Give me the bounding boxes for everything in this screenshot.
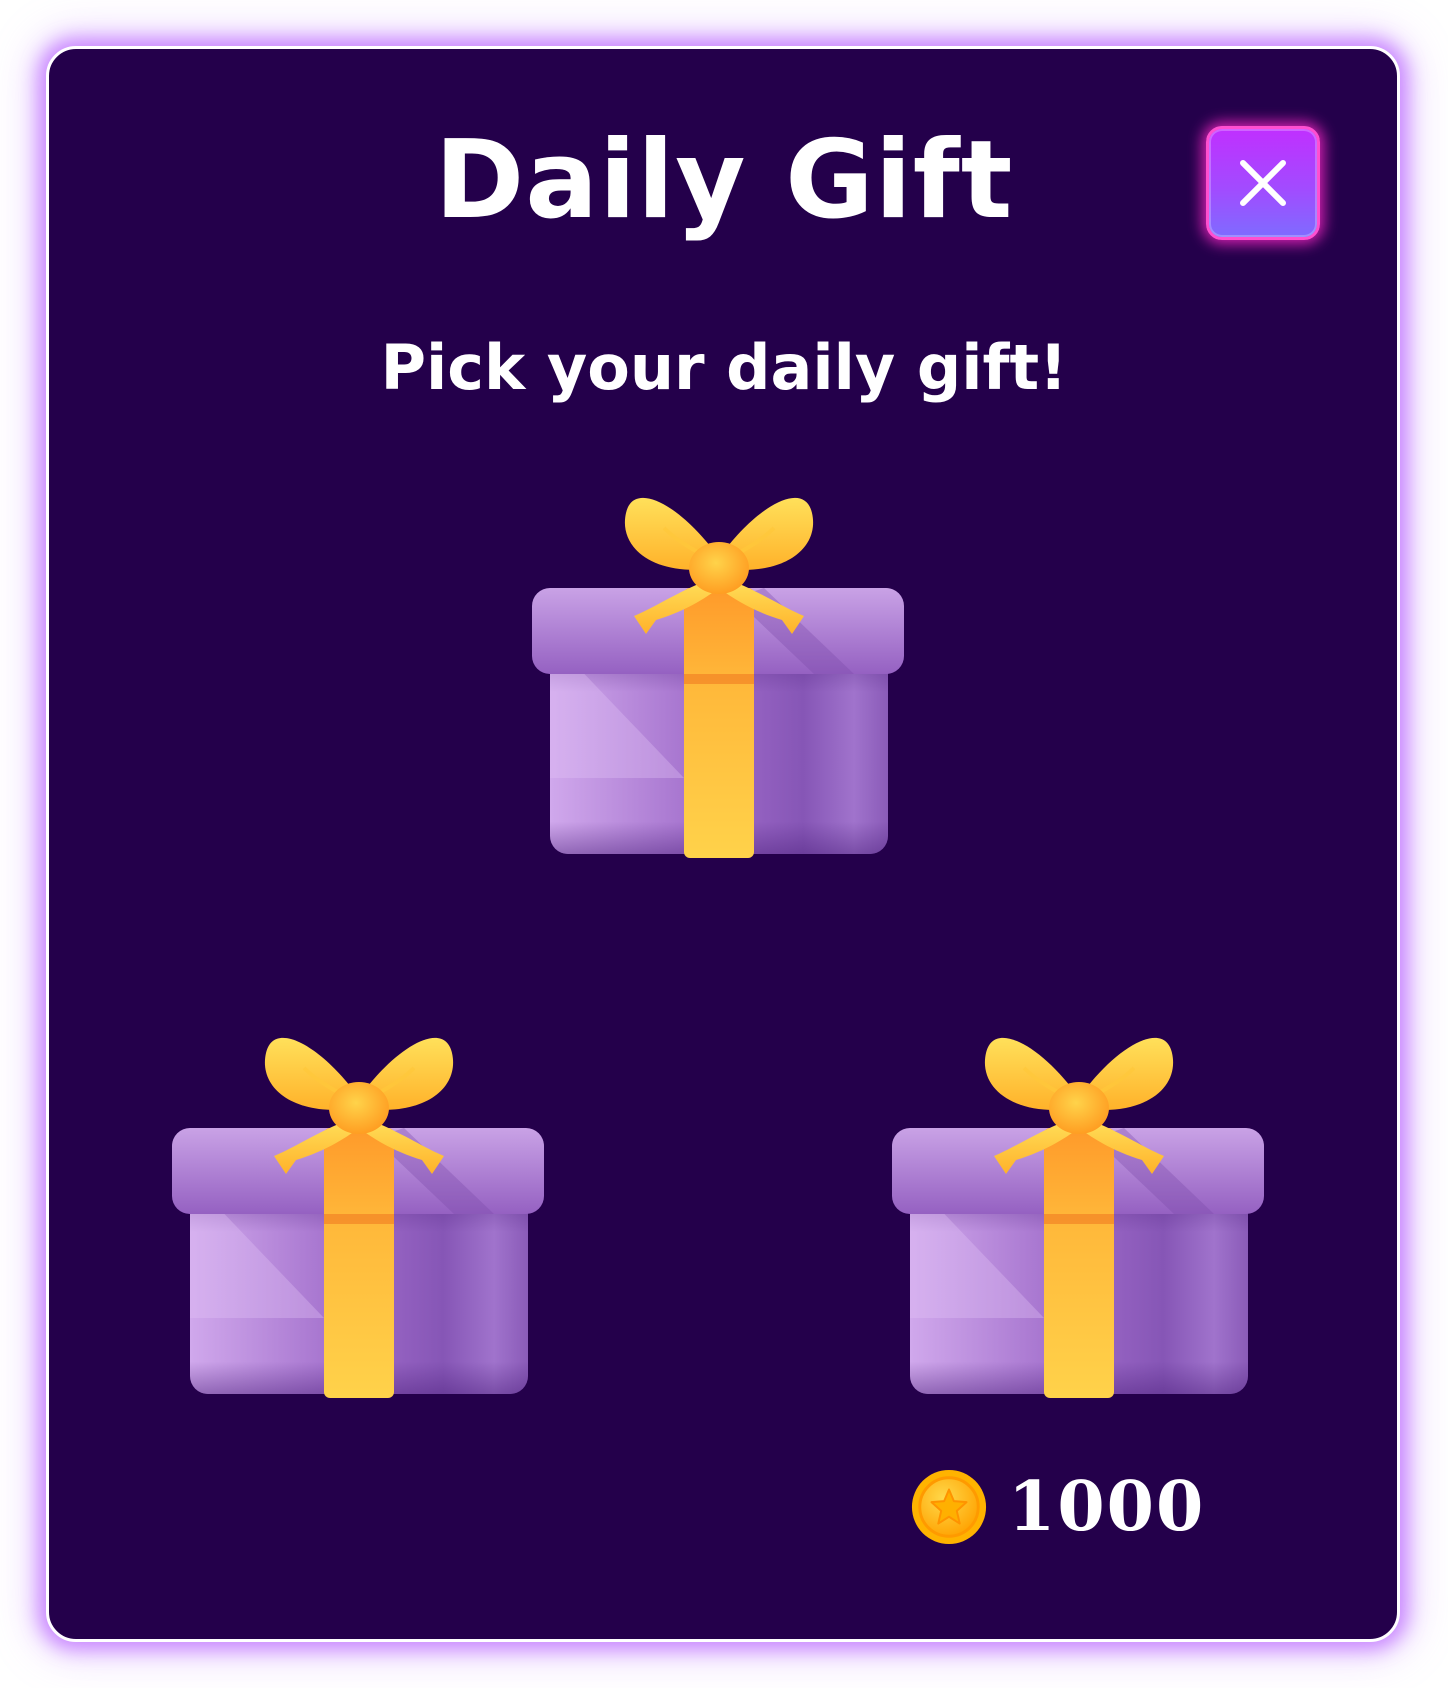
gift-box-top[interactable] (514, 488, 934, 908)
dialog-subtitle: Pick your daily gift! (380, 331, 1068, 404)
close-button[interactable] (1206, 126, 1320, 240)
reward-amount: 1000 (1008, 1467, 1206, 1547)
game-screen: Daily Gift Pick your daily gift! 1000 (0, 0, 1448, 1688)
gift-box-icon (874, 1028, 1294, 1448)
coin-star-icon (911, 1469, 987, 1545)
close-icon (1240, 160, 1286, 206)
gift-box-right[interactable] (874, 1028, 1294, 1448)
gift-box-left[interactable] (154, 1028, 574, 1448)
gift-box-icon (514, 488, 934, 908)
gift-box-icon (154, 1028, 574, 1448)
reward-display: 1000 (910, 1466, 1205, 1548)
